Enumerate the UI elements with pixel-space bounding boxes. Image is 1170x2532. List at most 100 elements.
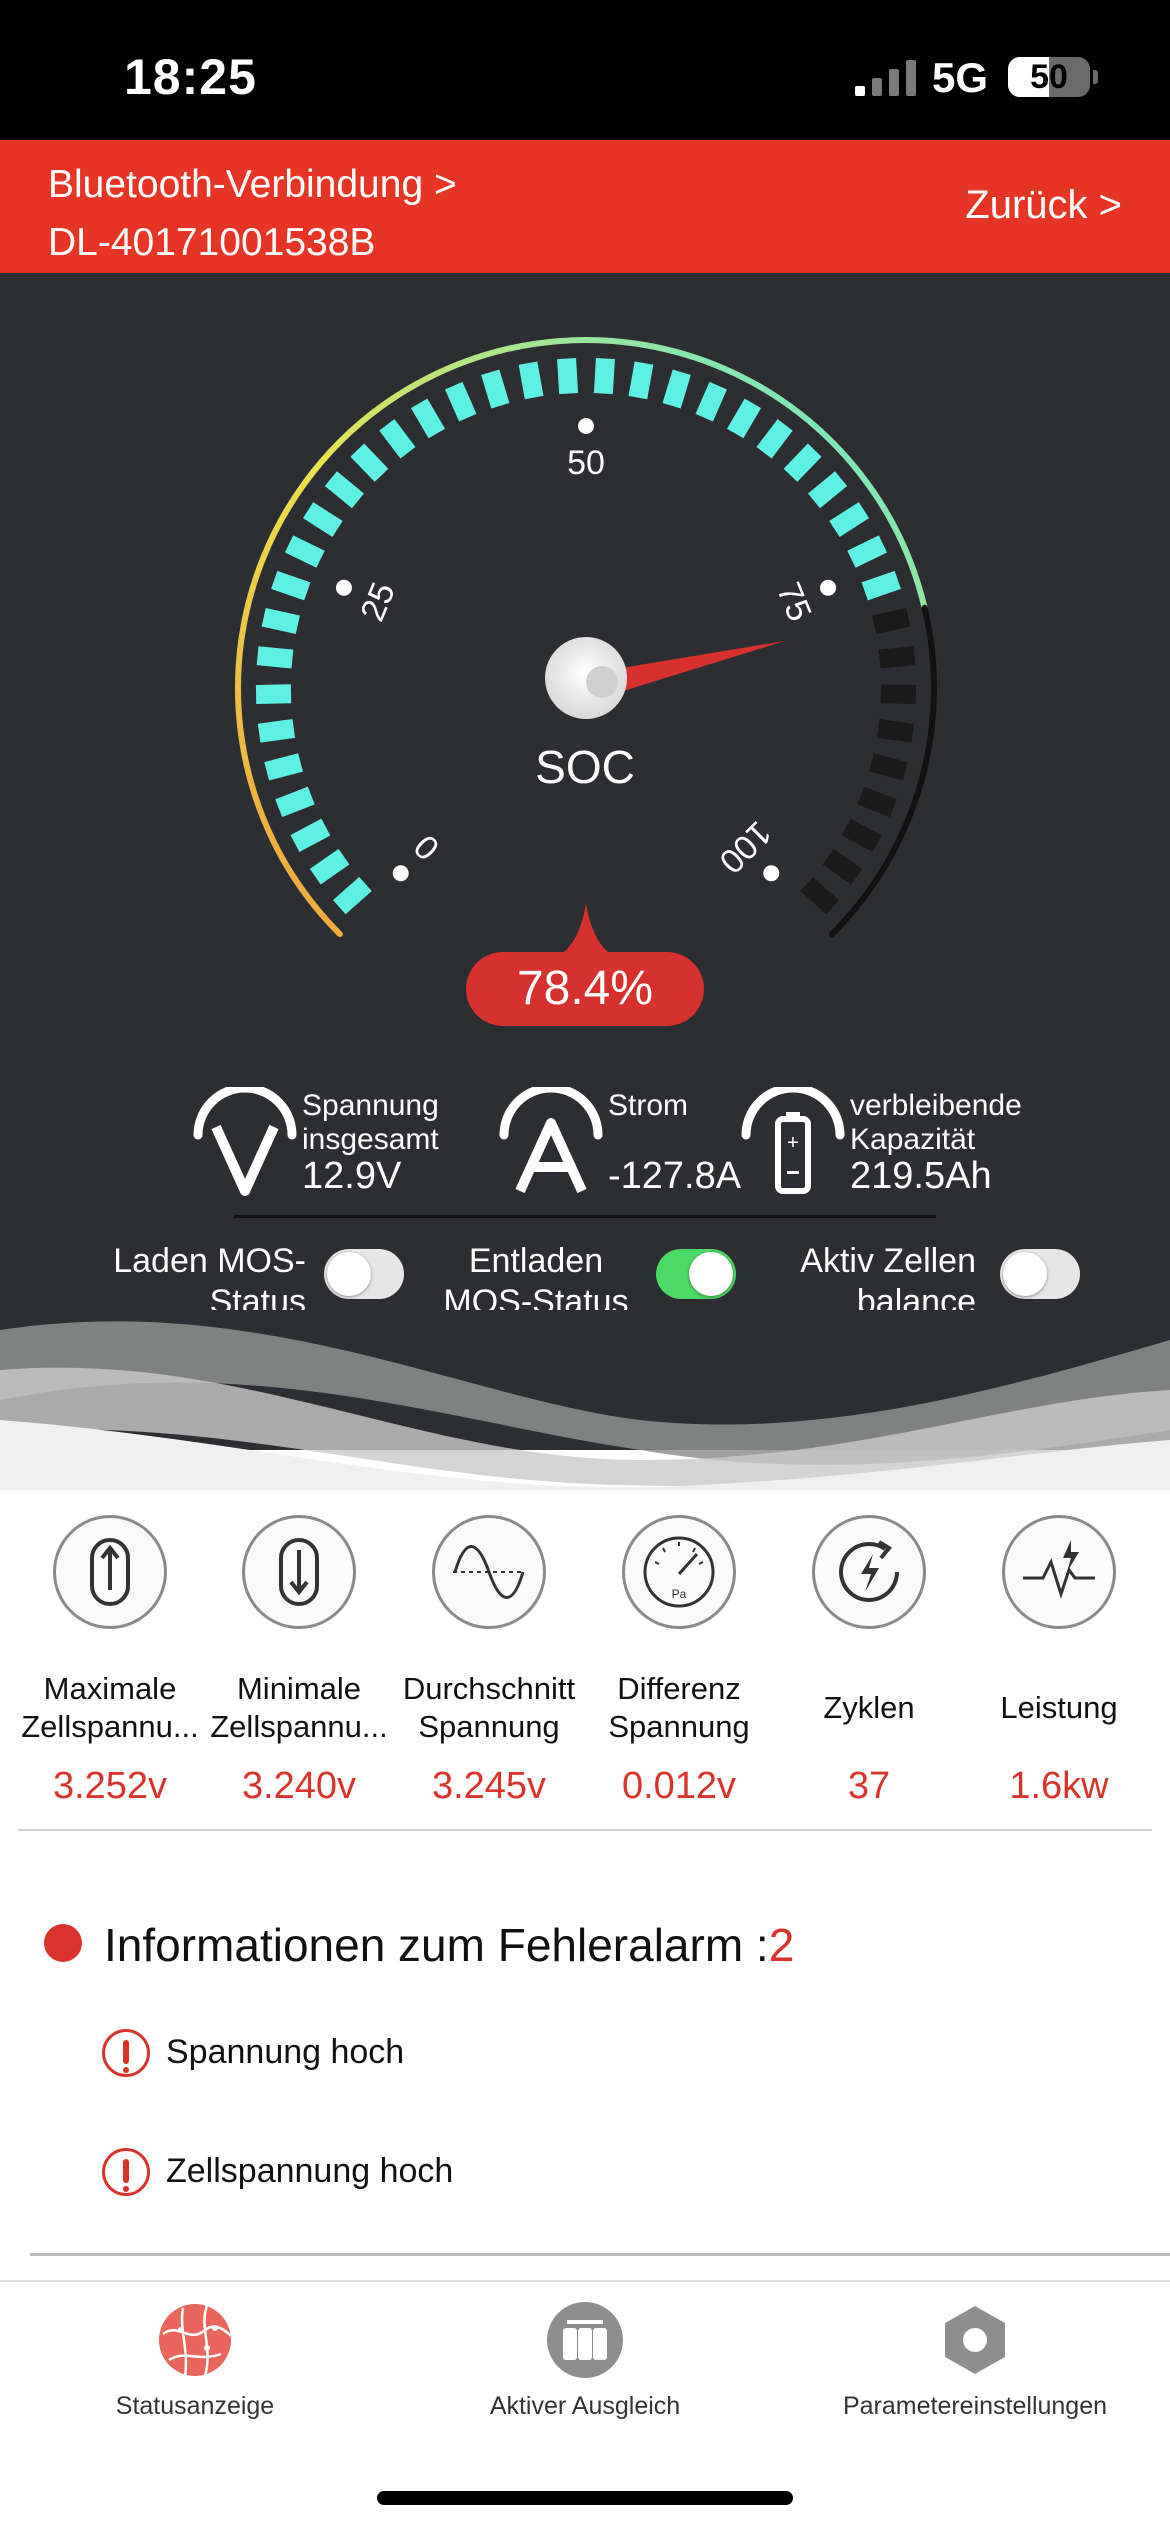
battery-tip — [1093, 70, 1098, 84]
stat-name: Minimale Zellspannu... — [210, 1671, 388, 1744]
alarm-item-text: Spannung hoch — [166, 2033, 405, 2071]
header-bar: Bluetooth-Verbindung > DL-40171001538B Z… — [0, 140, 1170, 273]
gauge-segment — [256, 646, 294, 669]
gauge-segment — [350, 443, 389, 482]
gauge-tick-dot — [392, 865, 409, 882]
stat-value: 3.252v — [52, 1765, 168, 1807]
gauge-segment — [726, 398, 762, 439]
gauge-segment — [800, 876, 839, 915]
cell-stats: Maximale Zellspannu... 3.252v Minimale Z… — [0, 1515, 1170, 1825]
gauge-tick-dot — [820, 579, 837, 596]
stat-min-cell-voltage: Minimale Zellspannu... 3.240v — [204, 1515, 394, 1815]
stat-value: 3.245v — [431, 1765, 547, 1807]
gauge-segment — [255, 684, 292, 704]
tab-parameter-settings[interactable]: Parametereinstellungen — [780, 2282, 1170, 2442]
gauge-tick-label: 75 — [769, 577, 819, 626]
gauge-segment — [783, 443, 822, 482]
gauge-segment — [869, 753, 908, 781]
gauge-tick-label: 25 — [353, 577, 403, 626]
discharge-mos-switch[interactable] — [656, 1249, 736, 1299]
gauge-segment — [829, 502, 870, 537]
metric-label: Spannung insgesamt — [302, 1089, 439, 1156]
stat-name: Zyklen — [823, 1690, 915, 1725]
metric-value: -127.8A — [608, 1155, 742, 1197]
stat-name: Maximale Zellspannu... — [21, 1671, 199, 1744]
tab-label: Aktiver Ausgleich — [489, 2392, 681, 2420]
battery-capacity-icon: + — [741, 1087, 845, 1194]
gauge-segment — [847, 535, 888, 568]
active-balance-switch[interactable] — [1000, 1249, 1080, 1299]
sine-wave-icon — [432, 1515, 546, 1629]
tab-active-balance[interactable]: Aktiver Ausgleich — [390, 2282, 780, 2442]
stats-divider — [18, 1829, 1152, 1831]
gauge-segment — [557, 358, 579, 395]
gauge-segment — [410, 398, 446, 439]
metric-total-voltage: Spannung insgesamt 12.9V — [190, 1087, 460, 1197]
gauge-segment — [290, 818, 331, 852]
status-bar: 18:25 5G 50 — [0, 0, 1170, 140]
svg-text:+: + — [787, 1132, 799, 1154]
gauge-segment — [275, 786, 315, 818]
stat-name: Leistung — [1000, 1690, 1118, 1725]
gauge-segment — [628, 361, 654, 400]
gauge-segment — [302, 502, 343, 537]
home-indicator — [377, 2491, 793, 2505]
gauge-segment — [822, 848, 863, 885]
gauge-segments — [255, 358, 917, 915]
stat-average-voltage: Durchschnitt Spannung 3.245v — [394, 1515, 584, 1815]
metric-value: 12.9V — [302, 1155, 402, 1197]
gauge-tick-dot — [763, 865, 780, 882]
gauge-segment — [284, 535, 325, 568]
gauge-segment — [593, 358, 615, 395]
stat-value: 0.012v — [621, 1765, 737, 1807]
network-type: 5G — [932, 54, 989, 101]
svg-text:Pa: Pa — [672, 1587, 687, 1601]
pressure-gauge-icon: Pa — [622, 1515, 736, 1629]
tab-label: Statusanzeige — [115, 2392, 275, 2420]
gauge-segment — [324, 471, 364, 509]
battery-level: 50 — [1030, 58, 1068, 96]
device-id: DL-40171001538B — [48, 221, 376, 264]
cycle-icon — [812, 1515, 926, 1629]
wave-decoration — [0, 1310, 1170, 1490]
alarm-divider — [30, 2253, 1170, 2256]
gauge-segment — [445, 381, 477, 422]
gauge-segment — [333, 876, 372, 915]
warning-icon — [102, 2148, 150, 2196]
stat-max-cell-voltage: Maximale Zellspannu... 3.252v — [15, 1515, 205, 1815]
gauge-tick-label: 50 — [567, 444, 605, 482]
gauge-tick-label: 0 — [407, 827, 447, 867]
power-pulse-icon — [1002, 1515, 1116, 1629]
back-button[interactable]: Zurück > — [965, 180, 1122, 230]
gauge-hub-inner — [586, 666, 618, 698]
gauge-segment — [841, 818, 882, 852]
metric-value: 219.5Ah — [850, 1155, 992, 1197]
alarm-title: Informationen zum Fehleralarm :2 — [104, 1919, 795, 1971]
tab-status[interactable]: Statusanzeige — [0, 2282, 390, 2442]
gauge-segment — [481, 369, 510, 409]
tab-label: Parametereinstellungen — [842, 2392, 1108, 2420]
gauge-segment — [695, 381, 727, 422]
charge-mos-switch[interactable] — [324, 1249, 404, 1299]
gauge-segment — [271, 570, 311, 601]
gauge-segment — [876, 719, 915, 743]
stat-power: Leistung 1.6kw — [964, 1515, 1154, 1815]
stat-value: 1.6kw — [1009, 1765, 1109, 1807]
metric-label: verbleibende Kapazität — [850, 1089, 1022, 1156]
status-globe-icon — [159, 2304, 232, 2377]
gauge-segment — [872, 607, 911, 635]
breadcrumb-connection[interactable]: Bluetooth-Verbindung > — [48, 156, 457, 214]
breadcrumb[interactable]: Bluetooth-Verbindung > DL-40171001538B — [48, 156, 457, 272]
soc-value-badge: 78.4% — [466, 952, 704, 1026]
gauge-segment — [880, 684, 917, 704]
gauge-segment — [878, 646, 916, 669]
stat-value: 37 — [847, 1765, 891, 1807]
gauge-segment — [257, 719, 296, 743]
metric-label: Strom — [608, 1089, 689, 1122]
soc-gauge: 0255075100 SOC — [235, 337, 937, 960]
gauge-segment — [857, 786, 897, 818]
stat-value: 3.240v — [241, 1765, 357, 1807]
min-cell-voltage-icon — [242, 1515, 356, 1629]
metric-remaining-capacity: + verbleibende Kapazität 219.5Ah — [738, 1087, 1038, 1197]
stat-name: Differenz Spannung — [608, 1671, 750, 1744]
